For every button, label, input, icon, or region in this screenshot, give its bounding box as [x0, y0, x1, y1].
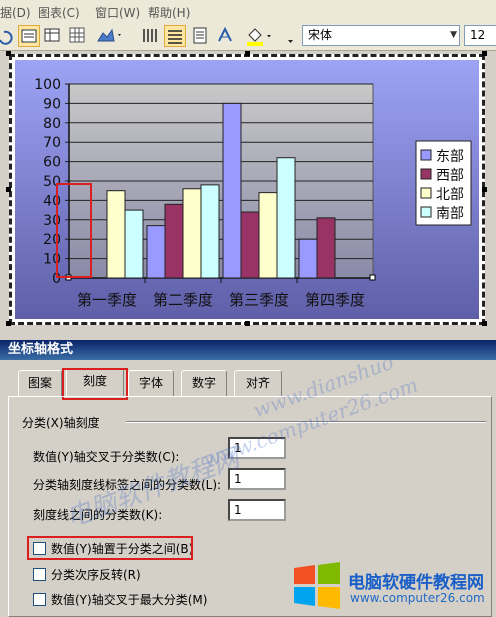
legend-swatch	[420, 206, 432, 218]
y-tick-label: 100	[34, 77, 61, 93]
chart-area-format-icon[interactable]	[18, 25, 40, 47]
x-tick-label: 第四季度	[305, 291, 365, 309]
highlight-box-first-quarter	[56, 183, 92, 278]
cross-at-max-label[interactable]: 数值(Y)轴交叉于最大分类(M)	[51, 591, 207, 608]
highlight-box-between-categories	[27, 536, 193, 560]
font-name-value: 宋体	[308, 28, 333, 42]
dialog-title: 坐标轴格式	[0, 340, 496, 360]
chart-toolbar: 宋体 ▼ 12	[0, 22, 496, 51]
tab-font[interactable]: 字体	[128, 370, 174, 396]
tab-patterns[interactable]: 图案	[18, 370, 62, 396]
menu-item-chart[interactable]: 图表(C)	[38, 4, 80, 21]
resize-handle[interactable]	[6, 51, 11, 56]
bar-北部-第二季度[interactable]	[182, 188, 202, 279]
chart-type-icon[interactable]	[96, 25, 124, 47]
legend-entry: 南部	[436, 206, 464, 222]
legend-entry: 北部	[436, 187, 464, 203]
menu-bar: 据(D) 图表(C) 窗口(W) 帮助(H)	[0, 0, 496, 23]
x-tick-label: 第二季度	[153, 291, 213, 309]
x-tick-label: 第一季度	[77, 291, 137, 309]
bar-南部-第二季度[interactable]	[200, 184, 220, 279]
y-tick-label: 60	[43, 155, 61, 171]
tick-interval-input[interactable]: 1	[228, 499, 286, 521]
x-tick-label: 第三季度	[229, 291, 289, 309]
windows-logo	[292, 562, 342, 610]
data-table-icon[interactable]	[42, 25, 64, 47]
axis-handle[interactable]	[369, 274, 376, 281]
chevron-down-icon[interactable]: ▼	[450, 26, 457, 45]
font-name-combo[interactable]: 宋体 ▼	[302, 25, 460, 46]
menu-item-window[interactable]: 窗口(W)	[95, 4, 140, 21]
windows-logo-icon	[294, 562, 340, 609]
menu-item-help[interactable]: 帮助(H)	[148, 4, 190, 21]
resize-handle[interactable]	[482, 187, 487, 192]
cross-at-max-checkbox[interactable]	[33, 593, 46, 606]
by-column-icon[interactable]	[190, 25, 212, 47]
bar-北部-第一季度[interactable]	[106, 190, 126, 279]
bar-南部-第一季度[interactable]	[124, 209, 144, 279]
section-label: 分类(X)轴刻度	[22, 416, 100, 430]
bar-东部-第四季度[interactable]	[298, 238, 318, 279]
undo-icon[interactable]	[0, 25, 16, 47]
bar-北部-第三季度[interactable]	[258, 192, 278, 279]
resize-handle[interactable]	[482, 321, 487, 326]
bar-西部-第三季度[interactable]	[240, 211, 260, 279]
legend-swatch	[420, 187, 432, 199]
logo-title: 电脑软硬件教程网	[348, 573, 484, 593]
resize-handle[interactable]	[245, 321, 250, 326]
bar-南部-第三季度[interactable]	[276, 157, 296, 279]
resize-handle[interactable]	[245, 51, 250, 56]
legend-entry: 东部	[436, 149, 464, 165]
bar-西部-第四季度[interactable]	[316, 217, 336, 279]
reverse-order-label[interactable]: 分类次序反转(R)	[51, 566, 141, 583]
grid-table-icon[interactable]	[67, 25, 89, 47]
legend-swatch	[420, 149, 432, 161]
legend-swatch	[420, 168, 432, 180]
bar-西部-第二季度[interactable]	[164, 203, 184, 279]
menu-item-data[interactable]: 据(D)	[0, 4, 31, 21]
y-tick-label: 80	[43, 116, 61, 132]
y-tick-label: 90	[43, 96, 61, 112]
resize-handle[interactable]	[482, 51, 487, 56]
resize-handle[interactable]	[6, 321, 11, 326]
font-size-combo[interactable]: 12	[464, 25, 496, 46]
tab-number[interactable]: 数字	[181, 370, 227, 396]
legend-toggle-icon[interactable]	[140, 25, 162, 47]
font-size-value: 12	[470, 28, 486, 42]
fill-color-icon[interactable]	[244, 25, 276, 47]
by-row-icon[interactable]	[164, 25, 186, 47]
y-tick-label: 70	[43, 135, 61, 151]
reverse-order-checkbox[interactable]	[33, 568, 46, 581]
angle-text-icon[interactable]	[215, 25, 237, 47]
toolbar-overflow-icon[interactable]	[288, 26, 294, 46]
legend-entry: 西部	[436, 168, 464, 184]
field-label-crosses-at: 数值(Y)轴交叉于分类数(C):	[33, 450, 180, 464]
bar-东部-第二季度[interactable]	[146, 225, 166, 279]
bar-东部-第三季度[interactable]	[222, 102, 242, 279]
logo-url: www.computer26.com	[350, 591, 485, 605]
resize-handle[interactable]	[6, 187, 11, 192]
